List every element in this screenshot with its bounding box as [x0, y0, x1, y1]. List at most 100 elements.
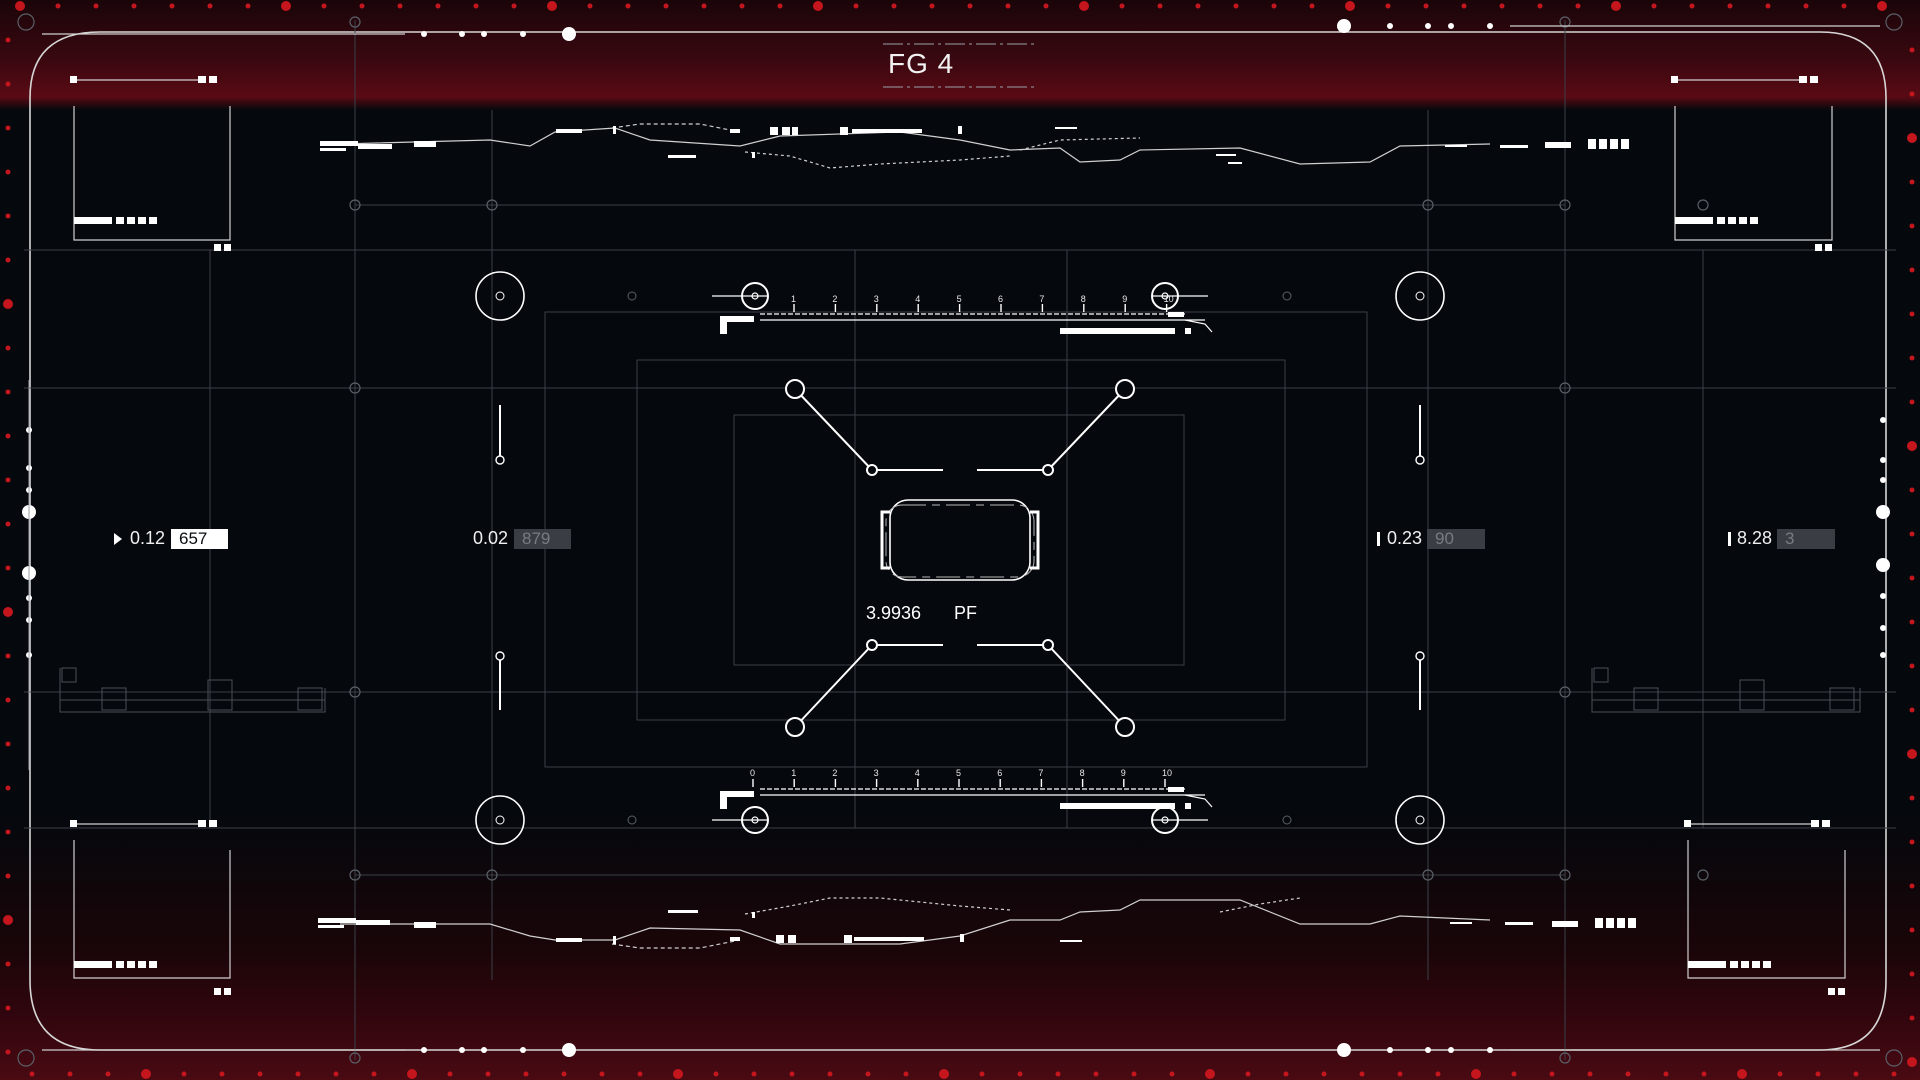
- red-dot: [1549, 1071, 1555, 1077]
- red-dot: [219, 1071, 225, 1077]
- red-dot: [435, 3, 441, 9]
- red-dot: [1663, 1071, 1669, 1077]
- red-dot: [371, 1071, 377, 1077]
- red-dot: [169, 3, 175, 9]
- ruler-top-ticks: [793, 304, 1168, 312]
- red-dot: [511, 3, 517, 9]
- red-dot: [1233, 3, 1239, 9]
- ruler-top-number: 10: [1163, 294, 1174, 304]
- ruler-top-number: 9: [1122, 294, 1128, 304]
- target-circles: [475, 271, 1445, 845]
- red-dot: [1907, 749, 1917, 759]
- red-dot: [245, 3, 251, 9]
- red-dot: [1321, 1071, 1327, 1077]
- ruler-top-number: 3: [873, 294, 879, 304]
- red-dot: [853, 3, 859, 9]
- left-side-dots: [22, 380, 36, 770]
- red-dot: [359, 3, 365, 9]
- red-dot: [1079, 1, 1089, 11]
- red-dot: [1701, 1071, 1707, 1077]
- red-dot: [5, 565, 11, 571]
- red-dot: [1909, 971, 1915, 977]
- grid-nodes: [17, 13, 1903, 1067]
- red-dot: [407, 1069, 417, 1079]
- red-dot: [1005, 3, 1011, 9]
- red-dot: [93, 3, 99, 9]
- center-value: 3.9936: [866, 603, 922, 623]
- red-dot: [891, 3, 897, 9]
- border-red-dots: [3, 1, 1917, 1079]
- red-dot: [1345, 1, 1355, 11]
- red-dot: [1587, 1071, 1593, 1077]
- readout-left-inner-label: 0.02: [473, 528, 509, 548]
- right-side-dots: [1876, 417, 1890, 658]
- red-dot: [903, 1071, 909, 1077]
- red-dot: [5, 521, 11, 527]
- circuit-blocks-bottom: [318, 910, 1636, 944]
- ruler-bottom-number: 2: [832, 768, 838, 778]
- red-dot: [1907, 441, 1917, 451]
- red-dot: [5, 785, 11, 791]
- readout-right-inner-value: 90: [1427, 529, 1485, 549]
- red-dot: [5, 257, 11, 263]
- red-dot: [1423, 3, 1429, 9]
- red-dot: [663, 3, 669, 9]
- red-dot: [131, 3, 137, 9]
- red-dot: [865, 1071, 871, 1077]
- small-grid-rings: [627, 291, 1292, 825]
- red-dot: [3, 915, 13, 925]
- red-dot: [473, 3, 479, 9]
- readout-left-outer-value: 657: [171, 529, 228, 549]
- red-dot: [1245, 1071, 1251, 1077]
- red-dot: [1909, 883, 1915, 889]
- red-dot: [29, 1071, 35, 1077]
- red-dot: [789, 1071, 795, 1077]
- red-dot: [1909, 927, 1915, 933]
- red-dot: [599, 1071, 605, 1077]
- corner-panel-top-right: [1671, 76, 1833, 251]
- red-dot: [713, 1071, 719, 1077]
- red-dot: [1909, 795, 1915, 801]
- red-dot: [1909, 619, 1915, 625]
- inner-rectangles: [544, 311, 1368, 768]
- red-dot: [1727, 3, 1733, 9]
- red-dot: [1909, 179, 1915, 185]
- red-dot: [739, 3, 745, 9]
- red-dot: [1471, 1069, 1481, 1079]
- red-dot: [5, 345, 11, 351]
- right-ladder-panel: [1591, 667, 1861, 713]
- red-dot: [15, 1, 25, 11]
- red-dot: [1803, 3, 1809, 9]
- red-dot: [1043, 3, 1049, 9]
- red-dot: [1909, 399, 1915, 405]
- outer-frame: [29, 31, 1887, 1051]
- readout-right-outer-value: 3: [1777, 529, 1835, 549]
- red-dot: [1651, 3, 1657, 9]
- ruler-top-number: 5: [956, 294, 962, 304]
- readout-right-inner-label: 0.23: [1387, 528, 1423, 548]
- red-dot: [5, 1049, 11, 1055]
- ruler-top-number: 8: [1080, 294, 1086, 304]
- red-dot: [1909, 223, 1915, 229]
- red-dot: [1093, 1071, 1099, 1077]
- ruler-top-number: 6: [998, 294, 1004, 304]
- center-capsule: [880, 499, 1040, 581]
- readout-left-inner-value: 879: [514, 529, 571, 549]
- ruler-bottom-number: 6: [997, 768, 1003, 778]
- center-unit: PF: [954, 603, 978, 623]
- red-dot: [547, 1, 557, 11]
- red-dot: [1195, 3, 1201, 9]
- red-dot: [827, 1071, 833, 1077]
- red-dot: [207, 3, 213, 9]
- red-dot: [1909, 575, 1915, 581]
- red-dot: [5, 697, 11, 703]
- ruler-top-number: 2: [832, 294, 838, 304]
- red-dot: [1271, 3, 1277, 9]
- red-dot: [5, 169, 11, 175]
- red-dot: [105, 1071, 111, 1077]
- red-dot: [5, 433, 11, 439]
- red-dot: [333, 1071, 339, 1077]
- red-dot: [397, 3, 403, 9]
- red-dot: [561, 1071, 567, 1077]
- red-dot: [1909, 531, 1915, 537]
